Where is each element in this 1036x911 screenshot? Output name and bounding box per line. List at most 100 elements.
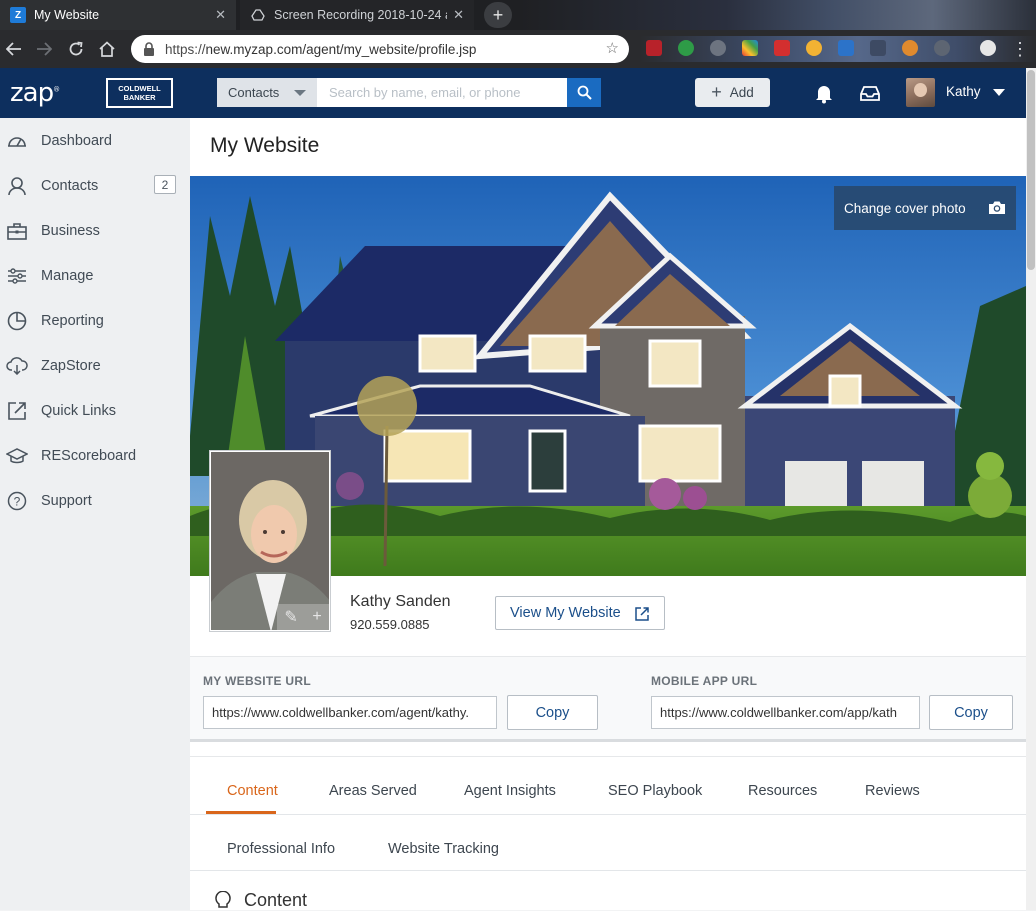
sidebar-item-reporting[interactable]: Reporting xyxy=(0,298,190,343)
close-tab-icon[interactable]: ✕ xyxy=(453,7,464,23)
extension-dots-icon[interactable] xyxy=(870,40,886,56)
close-tab-icon[interactable]: ✕ xyxy=(215,7,226,23)
tab-resources[interactable]: Resources xyxy=(748,783,817,799)
add-button[interactable]: + Add xyxy=(695,78,770,107)
sidebar-item-dashboard[interactable]: Dashboard xyxy=(0,118,190,163)
extension-lastpass-icon[interactable] xyxy=(646,40,662,56)
back-arrow-icon[interactable] xyxy=(4,39,24,59)
reload-icon[interactable] xyxy=(66,39,86,59)
sidebar-item-label: Contacts xyxy=(41,177,99,194)
agent-phone: 920.559.0885 xyxy=(350,617,430,632)
extension-yellow-icon[interactable] xyxy=(806,40,822,56)
tab-agent-insights[interactable]: Agent Insights xyxy=(464,783,556,799)
logo-text: zap xyxy=(10,78,54,108)
main-content: My Website Change cover photo ✎ + Kathy … xyxy=(190,118,1026,910)
user-name[interactable]: Kathy xyxy=(946,84,981,99)
sidebar-item-quick-links[interactable]: Quick Links xyxy=(0,388,190,433)
tab-row-divider xyxy=(190,870,1026,871)
view-my-website-button[interactable]: View My Website xyxy=(495,596,665,630)
extension-monkey-icon[interactable] xyxy=(902,40,918,56)
external-link-icon xyxy=(6,400,28,422)
view-site-label: View My Website xyxy=(510,605,621,621)
new-tab-button[interactable]: + xyxy=(484,2,512,28)
user-menu-chevron-icon[interactable] xyxy=(993,89,1005,96)
pie-chart-icon xyxy=(6,310,28,332)
brand-line-2: BANKER xyxy=(123,93,156,102)
sidebar-item-label: Quick Links xyxy=(41,402,116,419)
forward-arrow-icon[interactable] xyxy=(34,39,54,59)
inbox-icon[interactable] xyxy=(859,82,881,104)
profile-photo[interactable]: ✎ + xyxy=(210,451,330,631)
photo-edit-tools: ✎ + xyxy=(277,604,329,630)
website-url-field[interactable]: https://www.coldwellbanker.com/agent/kat… xyxy=(203,696,497,729)
profile-avatar-icon[interactable] xyxy=(980,40,996,56)
page-scrollbar[interactable] xyxy=(1026,68,1036,910)
sidebar-item-manage[interactable]: Manage xyxy=(0,253,190,298)
contacts-count-badge: 2 xyxy=(154,175,176,194)
url-text: new.myzap.com/agent/my_website/profile.j… xyxy=(205,41,477,57)
brand-line-1: COLDWELL xyxy=(118,84,161,93)
external-link-icon xyxy=(634,606,650,626)
app-header: zap® COLDWELL BANKER Contacts + Add Kath… xyxy=(0,68,1036,118)
plus-icon[interactable]: + xyxy=(312,608,321,626)
gauge-icon xyxy=(6,130,28,152)
copy-website-url-button[interactable]: Copy xyxy=(507,695,598,730)
change-cover-photo-button[interactable]: Change cover photo xyxy=(834,186,1016,230)
sidebar-item-label: Support xyxy=(41,492,92,509)
browser-tab-title: My Website xyxy=(34,8,100,22)
search-input[interactable] xyxy=(317,78,567,107)
bookmark-star-icon[interactable]: ☆ xyxy=(606,39,619,57)
sidebar-item-rescoreboard[interactable]: REScoreboard xyxy=(0,433,190,478)
sidebar-item-label: Business xyxy=(41,222,100,239)
logo-mark: ® xyxy=(53,85,60,94)
mobile-url-field[interactable]: https://www.coldwellbanker.com/app/kath xyxy=(651,696,920,729)
extension-colorful-icon[interactable] xyxy=(742,40,758,56)
sidebar-item-contacts[interactable]: Contacts 2 xyxy=(0,163,190,208)
scrollbar-thumb[interactable] xyxy=(1027,70,1035,270)
tab-areas-served[interactable]: Areas Served xyxy=(329,783,417,799)
sidebar-item-business[interactable]: Business xyxy=(0,208,190,253)
graduation-cap-icon xyxy=(6,445,28,467)
bell-icon[interactable] xyxy=(813,82,835,104)
pencil-icon[interactable]: ✎ xyxy=(284,607,297,627)
browser-tab-my-website[interactable]: Z My Website ✕ xyxy=(0,0,236,30)
search-type-select[interactable]: Contacts xyxy=(217,78,317,107)
lightbulb-icon xyxy=(214,890,232,911)
drive-favicon-icon xyxy=(250,7,266,23)
browser-menu-icon[interactable]: ⋮ xyxy=(1010,39,1030,59)
extension-gear-icon[interactable] xyxy=(710,40,726,56)
zap-logo[interactable]: zap® xyxy=(10,78,60,108)
chevron-down-icon xyxy=(294,90,306,96)
user-avatar[interactable] xyxy=(906,78,935,107)
extension-pdf-icon[interactable] xyxy=(774,40,790,56)
search-icon xyxy=(577,85,592,100)
address-bar[interactable]: https://new.myzap.com/agent/my_website/p… xyxy=(131,35,629,63)
browser-tab-title: Screen Recording 2018-10-24 at xyxy=(274,8,448,22)
home-icon[interactable] xyxy=(97,39,117,59)
content-section-heading: Content xyxy=(214,890,307,911)
tab-seo-playbook[interactable]: SEO Playbook xyxy=(608,783,702,799)
extension-blue-icon[interactable] xyxy=(838,40,854,56)
browser-tab-bar: Z My Website ✕ Screen Recording 2018-10-… xyxy=(0,0,1036,30)
agent-name: Kathy Sanden xyxy=(350,593,451,610)
add-label: Add xyxy=(729,85,754,100)
sidebar-item-support[interactable]: ? Support xyxy=(0,478,190,523)
tab-reviews[interactable]: Reviews xyxy=(865,783,920,799)
copy-mobile-url-button[interactable]: Copy xyxy=(929,695,1013,730)
page-title: My Website xyxy=(210,134,320,157)
zap-favicon-icon: Z xyxy=(10,7,26,23)
extension-w-icon[interactable] xyxy=(934,40,950,56)
tab-content[interactable]: Content xyxy=(227,783,278,799)
briefcase-icon xyxy=(6,220,28,242)
extension-green-icon[interactable] xyxy=(678,40,694,56)
sidebar-item-label: REScoreboard xyxy=(41,447,137,464)
camera-icon xyxy=(988,200,1006,218)
lock-icon xyxy=(143,42,155,56)
sidebar-item-zapstore[interactable]: ZapStore xyxy=(0,343,190,388)
tab-website-tracking[interactable]: Website Tracking xyxy=(388,841,499,857)
tab-professional-info[interactable]: Professional Info xyxy=(227,841,335,857)
sidebar-item-label: ZapStore xyxy=(41,357,101,374)
search-button[interactable] xyxy=(567,78,601,107)
plus-icon: + xyxy=(711,82,722,102)
browser-tab-screen-recording[interactable]: Screen Recording 2018-10-24 at ✕ xyxy=(240,0,474,30)
